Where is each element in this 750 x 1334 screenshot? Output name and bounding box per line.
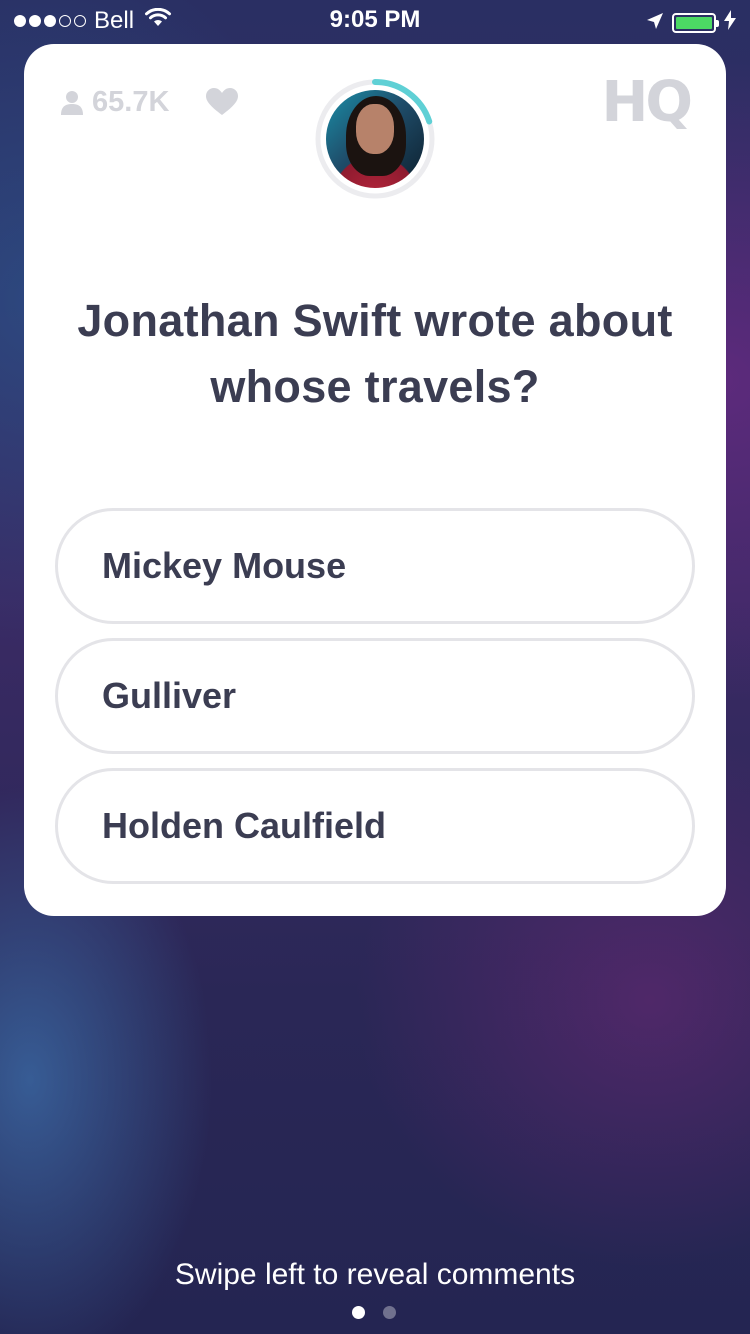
person-icon: [61, 90, 83, 115]
charging-bolt-icon: [724, 9, 736, 37]
status-right: [646, 9, 736, 37]
answer-label: Mickey Mouse: [102, 545, 347, 586]
swipe-hint: Swipe left to reveal comments: [174, 1258, 576, 1291]
answer-label: Holden Caulfield: [102, 805, 387, 846]
answer-option-3[interactable]: Holden Caulfield: [55, 768, 695, 884]
answer-option-2[interactable]: Gulliver: [55, 638, 695, 754]
viewer-count-value: 65.7K: [92, 86, 170, 118]
host-photo: [326, 90, 424, 188]
location-arrow-icon: [646, 9, 664, 37]
answer-label: Gulliver: [102, 675, 237, 716]
hq-logo: HQ: [601, 70, 694, 135]
page-dot-1[interactable]: [352, 1306, 365, 1319]
status-bar: Bell 9:05 PM: [0, 0, 750, 40]
heart-icon[interactable]: [206, 88, 238, 121]
clock: 9:05 PM: [329, 6, 421, 33]
answer-option-1[interactable]: Mickey Mouse: [55, 508, 695, 624]
page-dot-2[interactable]: [383, 1306, 396, 1319]
question-text: Jonathan Swift wrote about whose travels…: [77, 295, 673, 412]
question-card: 65.7K HQ Jonathan Swift wrote about whos…: [24, 44, 726, 916]
host-avatar: [314, 78, 436, 200]
viewer-count: 65.7K: [60, 86, 169, 119]
battery-level: [676, 17, 712, 29]
page-indicator[interactable]: [352, 1306, 396, 1319]
battery-icon: [672, 13, 719, 33]
